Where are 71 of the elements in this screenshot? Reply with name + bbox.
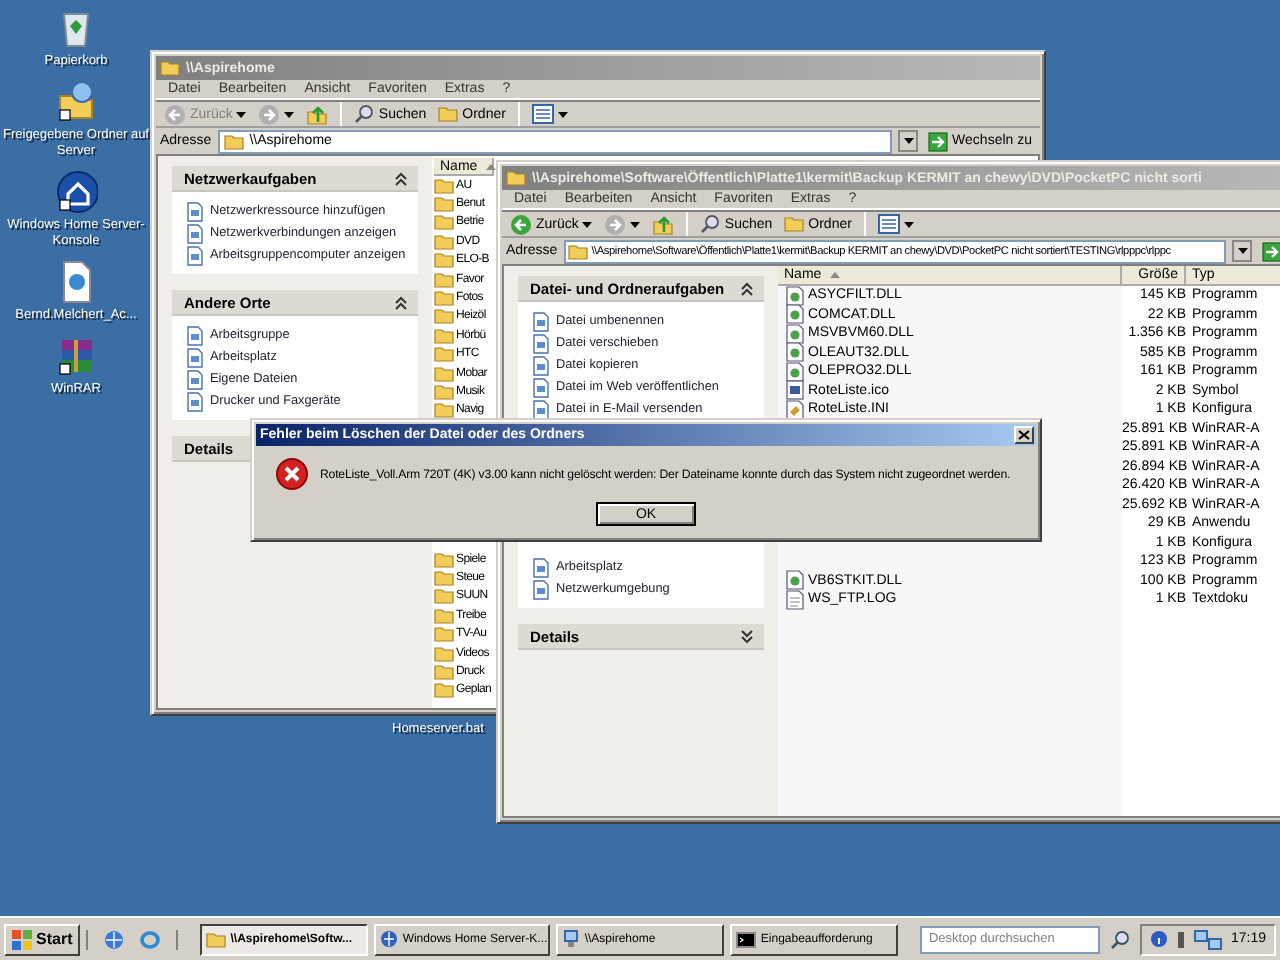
search-button[interactable] [1106, 929, 1135, 949]
caret-icon [903, 138, 914, 144]
caret-icon [284, 111, 295, 117]
caret-icon [903, 221, 914, 227]
document-icon [532, 311, 550, 331]
windows-flag-icon [12, 929, 32, 949]
document-icon [532, 399, 550, 419]
search-icon [1110, 929, 1131, 949]
start-button[interactable]: Start [4, 923, 81, 955]
folder-icon [567, 243, 588, 259]
expand-chevron-icon [740, 629, 754, 643]
up-folder-icon [306, 103, 329, 125]
document-icon [186, 223, 204, 243]
folder-icon [206, 931, 227, 947]
views-button[interactable] [873, 212, 918, 236]
document-icon [532, 557, 550, 577]
document-icon [186, 369, 204, 389]
caret-icon [630, 221, 641, 227]
views-button[interactable] [527, 102, 572, 126]
globe-icon [104, 929, 125, 949]
views-icon [531, 104, 554, 124]
sort-up-icon [829, 272, 840, 278]
document-icon [532, 579, 550, 599]
quick-launch-button[interactable] [100, 929, 129, 949]
folder-icon [506, 170, 526, 186]
document-icon [186, 245, 204, 265]
globe-icon [380, 930, 399, 948]
document-icon [532, 333, 550, 353]
up-folder-icon [652, 213, 675, 235]
search-icon [354, 104, 375, 124]
back-arrow-icon [510, 213, 532, 235]
folder-icon [160, 60, 180, 76]
up-folder-button[interactable] [648, 211, 679, 237]
network-icon [1194, 929, 1223, 949]
dropdown-button[interactable] [1232, 240, 1252, 262]
collapse-chevron-icon [740, 281, 754, 295]
collapse-chevron-icon [394, 295, 408, 309]
document-icon [186, 391, 204, 411]
info-circle-icon [1150, 930, 1169, 948]
document-icon [186, 347, 204, 367]
ring-icon [140, 929, 161, 949]
document-icon [186, 201, 204, 221]
folder-icon [784, 216, 805, 232]
back-arrow-icon [164, 103, 186, 125]
forward-button[interactable] [600, 211, 645, 237]
dropdown-button[interactable] [898, 130, 919, 152]
go-button[interactable] [1258, 241, 1280, 261]
computer-icon [562, 930, 581, 948]
folder-icon [438, 106, 459, 122]
stacked-books-icon [54, 334, 98, 378]
forward-arrow-icon [604, 213, 627, 235]
forward-arrow-icon [258, 103, 281, 125]
console-icon [736, 931, 757, 947]
up-folder-button[interactable] [302, 101, 333, 127]
search-icon [700, 214, 721, 234]
caret-icon [1237, 248, 1247, 254]
shared-folder-icon [54, 80, 98, 124]
caret-icon [557, 111, 568, 117]
document-icon [532, 355, 550, 375]
close-button[interactable] [1014, 426, 1034, 444]
sort-up-icon [485, 163, 496, 169]
forward-button[interactable] [254, 101, 299, 127]
collapse-chevron-icon [394, 171, 408, 185]
document-icon [532, 377, 550, 397]
document-icon [186, 325, 204, 345]
folder-icon [223, 133, 244, 149]
views-icon [877, 214, 900, 234]
error-icon [276, 458, 308, 490]
close-icon [1018, 430, 1030, 440]
caret-icon [236, 111, 247, 117]
caret-icon [582, 221, 593, 227]
